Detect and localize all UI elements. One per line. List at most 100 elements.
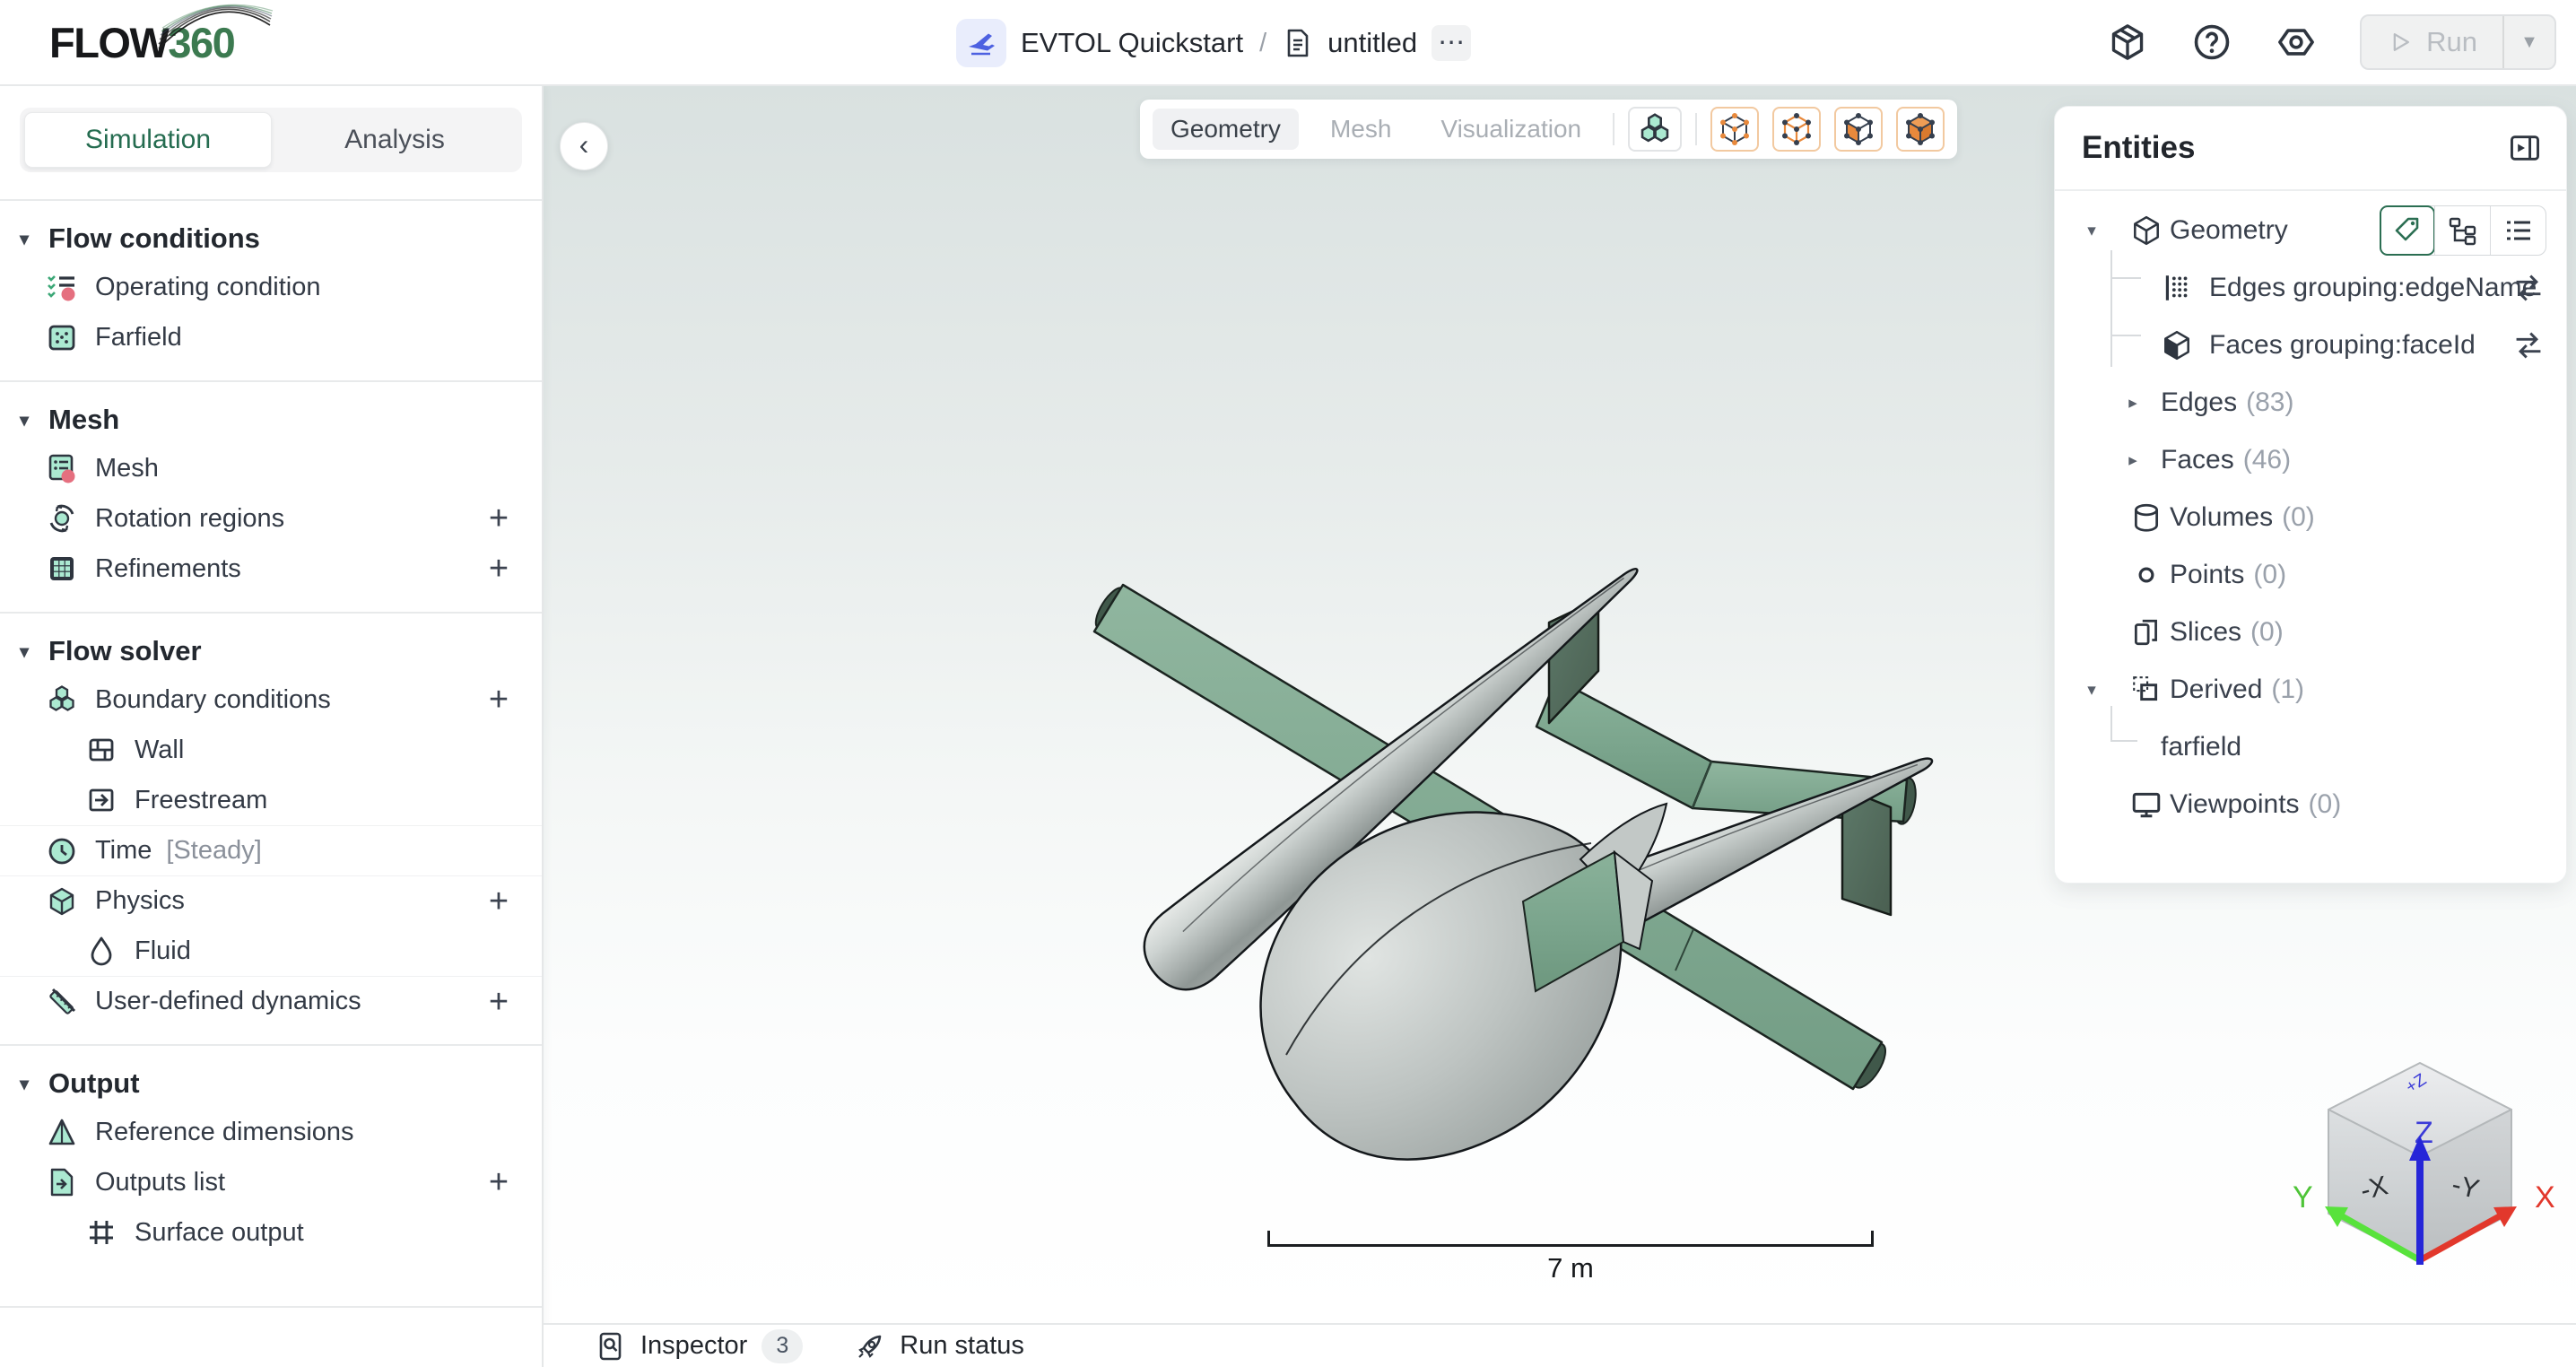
run-button[interactable]: Run	[2362, 16, 2502, 68]
swap-faces-grouping-button[interactable]	[2509, 326, 2548, 365]
entity-row-faces[interactable]: ▸ Faces (46)	[2055, 431, 2566, 489]
inspector-label: Inspector	[640, 1331, 747, 1361]
run-options-button[interactable]: ▼	[2502, 16, 2554, 68]
run-status-tab[interactable]: Run status	[855, 1331, 1024, 1362]
sidebar-item-fluid[interactable]: Fluid	[0, 926, 542, 976]
sidebar-item-outputs-list[interactable]: Outputs list +	[0, 1157, 542, 1207]
breadcrumb-project-name[interactable]: EVTOL Quickstart	[1021, 27, 1243, 59]
caret-down-icon[interactable]: ▾	[2080, 680, 2103, 701]
play-icon	[2387, 29, 2414, 56]
entity-count: (0)	[2309, 789, 2342, 820]
entity-count: (1)	[2271, 675, 2304, 705]
entity-row-points[interactable]: Points (0)	[2055, 546, 2566, 604]
entities-collapse-button[interactable]	[2507, 130, 2543, 166]
sidebar-item-refinements[interactable]: Refinements +	[0, 544, 542, 594]
breadcrumb: EVTOL Quickstart / untitled ⋯	[956, 0, 1471, 86]
section-header-output[interactable]: ▾ Output	[0, 1060, 542, 1107]
add-output-button[interactable]: +	[481, 1164, 517, 1200]
select-bodies-button[interactable]	[1896, 107, 1945, 152]
select-vertices-button[interactable]	[1710, 107, 1759, 152]
simulation-sidebar: Simulation Analysis ▾ Flow conditions Op…	[0, 86, 544, 1367]
entities-title: Entities	[2082, 130, 2195, 166]
assets-box-button[interactable]	[2107, 22, 2148, 63]
swap-edges-grouping-button[interactable]	[2509, 268, 2548, 308]
viewport-toolbar: Geometry Mesh Visualization	[1140, 100, 1957, 159]
section-title: Flow solver	[48, 635, 202, 667]
viewport-tab-visualization[interactable]: Visualization	[1423, 109, 1599, 150]
entity-row-edges-grouping[interactable]: Edges grouping:edgeName	[2055, 259, 2566, 317]
entity-count: (0)	[2282, 502, 2315, 533]
top-actions: Run ▼	[2107, 14, 2556, 70]
entity-row-edges[interactable]: ▸ Edges (83)	[2055, 374, 2566, 431]
entity-row-farfield[interactable]: farfield	[2055, 718, 2566, 776]
add-rotation-region-button[interactable]: +	[481, 501, 517, 536]
caret-right-icon[interactable]: ▸	[2121, 393, 2145, 414]
farfield-icon	[47, 322, 77, 353]
boundary-display-toggle[interactable]	[1628, 107, 1682, 152]
sidebar-item-freestream[interactable]: Freestream	[0, 775, 542, 825]
scale-bar-line	[1267, 1231, 1874, 1247]
orientation-view-cube[interactable]: +Z Z -X -Y Y X	[2273, 1053, 2569, 1292]
entity-label: Faces grouping:faceId	[2209, 330, 2476, 361]
breadcrumb-more-button[interactable]: ⋯	[1432, 25, 1471, 61]
list-icon	[2503, 215, 2534, 246]
sidebar-item-reference-dimensions[interactable]: Reference dimensions	[0, 1107, 542, 1157]
section-header-mesh[interactable]: ▾ Mesh	[0, 396, 542, 443]
select-edges-button[interactable]	[1772, 107, 1821, 152]
entity-row-slices[interactable]: Slices (0)	[2055, 604, 2566, 661]
caret-down-icon[interactable]: ▾	[2080, 221, 2103, 241]
entity-row-geometry[interactable]: ▾ Geometry	[2055, 202, 2566, 259]
caret-down-icon: ▾	[14, 409, 34, 431]
cube-body-icon	[1902, 111, 1938, 147]
entity-row-faces-grouping[interactable]: Faces grouping:faceId	[2055, 317, 2566, 374]
add-physics-button[interactable]: +	[481, 884, 517, 919]
section-title: Flow conditions	[48, 222, 260, 255]
flow360-logo[interactable]: FLOW360	[49, 18, 234, 67]
add-user-defined-dynamics-button[interactable]: +	[481, 984, 517, 1020]
section-header-flow-solver[interactable]: ▾ Flow solver	[0, 628, 542, 675]
project-icon-chip[interactable]	[956, 19, 1006, 67]
scale-bar-label: 7 m	[1267, 1252, 1874, 1284]
sidebar-collapse-button[interactable]: ‹	[560, 122, 608, 170]
help-button[interactable]	[2191, 22, 2232, 63]
user-defined-dynamics-icon	[47, 987, 77, 1017]
inspector-tab[interactable]: Inspector 3	[596, 1329, 803, 1363]
sidebar-item-farfield[interactable]: Farfield	[0, 312, 542, 362]
entity-row-volumes[interactable]: Volumes (0)	[2055, 489, 2566, 546]
viewport-tab-mesh[interactable]: Mesh	[1312, 109, 1409, 150]
derived-icon	[2130, 674, 2163, 706]
add-boundary-condition-button[interactable]: +	[481, 682, 517, 718]
operating-condition-icon	[47, 272, 77, 302]
select-faces-button[interactable]	[1834, 107, 1883, 152]
sidebar-item-operating-condition[interactable]: Operating condition	[0, 262, 542, 312]
section-header-flow-conditions[interactable]: ▾ Flow conditions	[0, 215, 542, 262]
sidebar-item-surface-output[interactable]: Surface output	[0, 1207, 542, 1258]
sidebar-item-boundary-conditions[interactable]: Boundary conditions +	[0, 675, 542, 725]
entities-panel: Entities ▾ Geometry	[2054, 106, 2567, 884]
sidebar-item-rotation-regions[interactable]: Rotation regions +	[0, 493, 542, 544]
caret-right-icon[interactable]: ▸	[2121, 450, 2145, 471]
breadcrumb-file-name[interactable]: untitled	[1327, 27, 1417, 59]
group-by-hierarchy-button[interactable]	[2434, 206, 2490, 255]
entity-label: Geometry	[2170, 215, 2288, 246]
sidebar-item-physics[interactable]: Physics +	[0, 875, 542, 926]
sidebar-item-user-defined-dynamics[interactable]: User-defined dynamics +	[0, 976, 542, 1026]
surface-output-icon	[86, 1217, 117, 1248]
settings-button[interactable]	[2276, 22, 2317, 63]
sidebar-item-time[interactable]: Time [Steady]	[0, 825, 542, 875]
logo-text-flow: FLOW	[49, 18, 168, 67]
hex-cluster-icon	[1638, 112, 1672, 146]
entity-row-derived[interactable]: ▾ Derived (1)	[2055, 661, 2566, 718]
section-mesh: ▾ Mesh Mesh Rotation regions + Refinemen…	[0, 380, 542, 612]
sidebar-item-wall[interactable]: Wall	[0, 725, 542, 775]
tab-analysis[interactable]: Analysis	[272, 112, 518, 168]
sidebar-item-mesh[interactable]: Mesh	[0, 443, 542, 493]
viewport-tab-geometry[interactable]: Geometry	[1153, 109, 1299, 150]
group-by-tag-button[interactable]	[2380, 205, 2435, 256]
tab-simulation[interactable]: Simulation	[24, 112, 272, 168]
entity-row-viewpoints[interactable]: Viewpoints (0)	[2055, 776, 2566, 833]
toolbar-divider	[1613, 113, 1614, 145]
add-refinement-button[interactable]: +	[481, 551, 517, 587]
entity-label: farfield	[2161, 732, 2241, 762]
flat-list-button[interactable]	[2490, 206, 2546, 255]
